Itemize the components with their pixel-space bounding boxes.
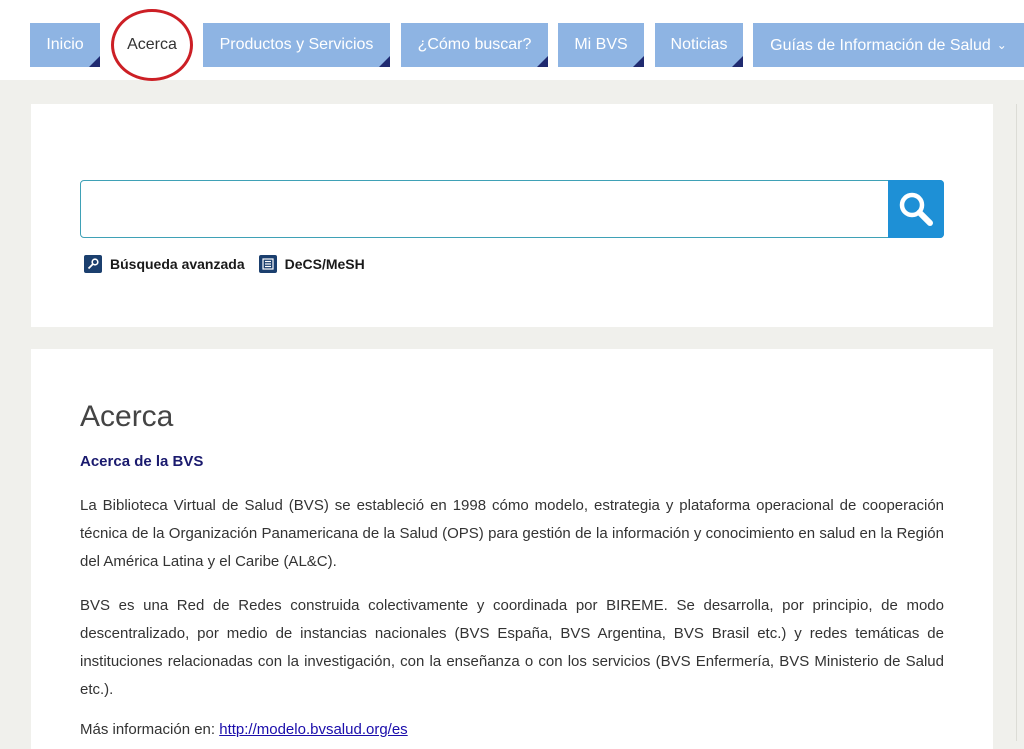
tab-corner-decoration [633, 56, 644, 67]
search-icon [899, 192, 933, 226]
decs-mesh-link[interactable]: DeCS/MeSH [258, 255, 365, 273]
tab-label: ¿Cómo buscar? [417, 36, 532, 53]
chevron-down-icon: ⌄ [996, 38, 1007, 52]
tab-acerca[interactable]: Acerca [113, 23, 191, 67]
advanced-search-link[interactable]: Búsqueda avanzada [84, 255, 245, 273]
about-paragraph-1: La Biblioteca Virtual de Salud (BVS) se … [80, 497, 944, 570]
tab-corner-decoration [732, 56, 743, 67]
tab-inicio[interactable]: Inicio [30, 23, 100, 67]
more-info-prefix: Más información en: [80, 721, 220, 738]
tab-noticias[interactable]: Noticias [655, 23, 743, 67]
more-info: Más información en: http://modelo.bvsalu… [80, 721, 408, 738]
decs-mesh-label: DeCS/MeSH [284, 256, 365, 272]
tab-corner-decoration [537, 56, 548, 67]
tab-label: Inicio [46, 36, 84, 53]
tab-label: Acerca [127, 36, 177, 53]
search-panel: Búsqueda avanzada DeCS/MeSH [31, 104, 993, 327]
about-content: Acerca Acerca de la BVS La Biblioteca Vi… [31, 349, 993, 749]
tab-label: Mi BVS [574, 36, 628, 53]
top-navigation-bar: Inicio Acerca Productos y Servicios ¿Cóm… [0, 0, 1024, 81]
tab-corner-decoration [89, 56, 100, 67]
page-edge-divider [1016, 104, 1017, 741]
tab-mi-bvs[interactable]: Mi BVS [558, 23, 644, 67]
tab-label: Productos y Servicios [219, 36, 374, 53]
search-button[interactable] [888, 180, 944, 238]
tab-label: Noticias [670, 36, 728, 53]
list-book-icon [258, 255, 277, 273]
section-subtitle: Acerca de la BVS [80, 453, 204, 470]
advanced-search-label: Búsqueda avanzada [110, 256, 245, 272]
key-icon [84, 255, 102, 273]
page-title: Acerca [80, 400, 174, 433]
search-input[interactable] [81, 181, 887, 237]
tab-guias-de-informacion[interactable]: Guías de Información de Salud ⌄ [753, 23, 1024, 67]
tab-productos-y-servicios[interactable]: Productos y Servicios [203, 23, 390, 67]
search-links: Búsqueda avanzada DeCS/MeSH [84, 252, 379, 276]
about-paragraph-2: BVS es una Red de Redes construida colec… [80, 597, 944, 698]
tab-como-buscar[interactable]: ¿Cómo buscar? [401, 23, 548, 67]
tab-corner-decoration [379, 56, 390, 67]
more-info-link[interactable]: http://modelo.bvsalud.org/es [219, 721, 407, 738]
tab-label: Guías de Información de Salud [770, 37, 991, 54]
search-box [80, 180, 944, 238]
